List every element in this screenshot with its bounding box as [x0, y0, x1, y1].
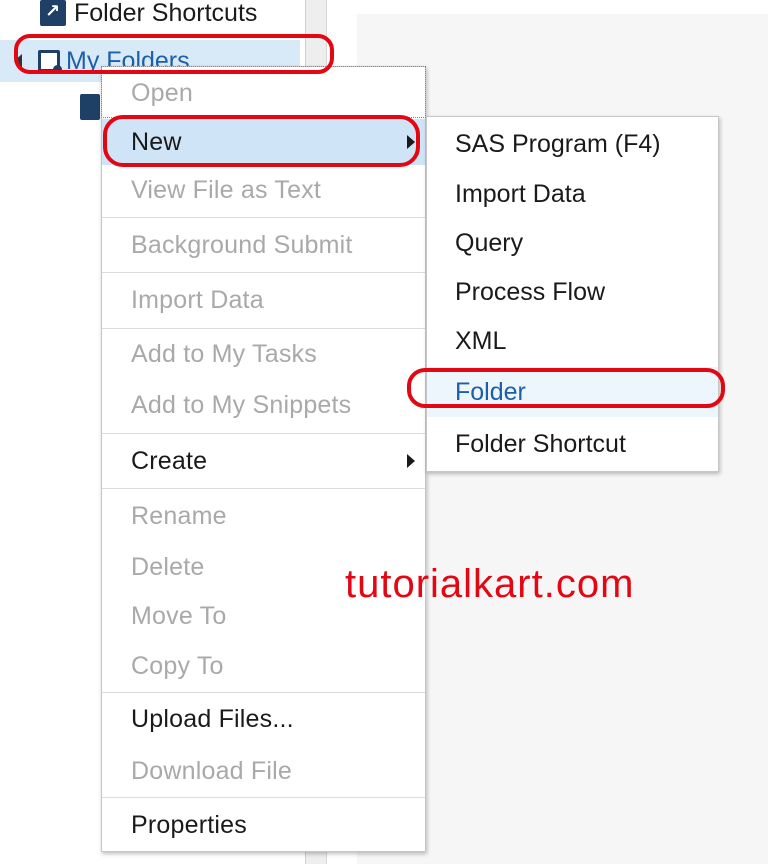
menu-item-view-file-as-text[interactable]: View File as Text — [102, 165, 425, 215]
menu-item-label: Download File — [131, 756, 293, 785]
menu-item-label: Copy To — [131, 651, 224, 680]
menu-item-import-data[interactable]: Import Data — [102, 273, 425, 327]
menu-item-add-to-my-snippets[interactable]: Add to My Snippets — [102, 379, 425, 431]
submenu-item-xml[interactable]: XML — [427, 317, 718, 365]
menu-item-copy-to[interactable]: Copy To — [102, 641, 425, 691]
new-submenu: SAS Program (F4) Import Data Query Proce… — [426, 116, 719, 472]
menu-item-label: Background Submit — [131, 230, 353, 259]
submenu-item-label: Folder Shortcut — [455, 429, 626, 458]
submenu-item-label: Process Flow — [455, 277, 606, 306]
menu-item-label: Import Data — [131, 285, 264, 314]
menu-item-upload-files[interactable]: Upload Files... — [102, 693, 425, 745]
submenu-item-import-data[interactable]: Import Data — [427, 169, 718, 219]
submenu-item-label: XML — [455, 326, 507, 355]
menu-item-label: New — [131, 127, 182, 156]
collapse-arrow-icon[interactable] — [14, 54, 22, 68]
folder-icon — [80, 94, 100, 120]
tree-item-label: Folder Shortcuts — [74, 0, 258, 27]
menu-item-label: View File as Text — [131, 175, 322, 204]
menu-item-label: Add to My Tasks — [131, 339, 317, 368]
menu-item-label: Create — [131, 446, 208, 475]
submenu-item-process-flow[interactable]: Process Flow — [427, 267, 718, 317]
menu-item-open[interactable]: Open — [102, 67, 425, 119]
submenu-arrow-icon — [407, 454, 415, 468]
menu-item-create[interactable]: Create — [102, 434, 425, 488]
submenu-item-folder-shortcut[interactable]: Folder Shortcut — [427, 419, 718, 469]
menu-item-label: Properties — [131, 810, 247, 839]
submenu-arrow-icon — [407, 135, 415, 149]
menu-item-properties[interactable]: Properties — [102, 798, 425, 852]
submenu-item-query[interactable]: Query — [427, 219, 718, 267]
menu-item-background-submit[interactable]: Background Submit — [102, 218, 425, 272]
context-menu: Open New View File as Text Background Su… — [101, 66, 426, 852]
menu-item-label: Upload Files... — [131, 704, 294, 733]
menu-item-new[interactable]: New — [102, 119, 425, 165]
watermark-text: tutorialkart.com — [345, 562, 635, 606]
submenu-item-label: Folder — [455, 377, 526, 406]
tree-item-folder-shortcuts[interactable]: Folder Shortcuts — [40, 0, 257, 30]
submenu-item-label: SAS Program (F4) — [455, 129, 661, 158]
menu-item-rename[interactable]: Rename — [102, 489, 425, 543]
submenu-item-folder[interactable]: Folder — [427, 367, 718, 417]
submenu-item-label: Import Data — [455, 179, 586, 208]
menu-item-download-file[interactable]: Download File — [102, 745, 425, 797]
menu-item-label: Add to My Snippets — [131, 390, 352, 419]
folder-shortcut-icon — [40, 0, 66, 26]
menu-item-label: Delete — [131, 552, 205, 581]
my-folders-icon — [38, 50, 62, 74]
menu-item-label: Move To — [131, 601, 227, 630]
submenu-item-label: Query — [455, 228, 524, 257]
menu-item-add-to-my-tasks[interactable]: Add to My Tasks — [102, 329, 425, 379]
submenu-item-sas-program[interactable]: SAS Program (F4) — [427, 119, 718, 169]
menu-item-label: Rename — [131, 501, 227, 530]
menu-item-label: Open — [131, 78, 193, 107]
